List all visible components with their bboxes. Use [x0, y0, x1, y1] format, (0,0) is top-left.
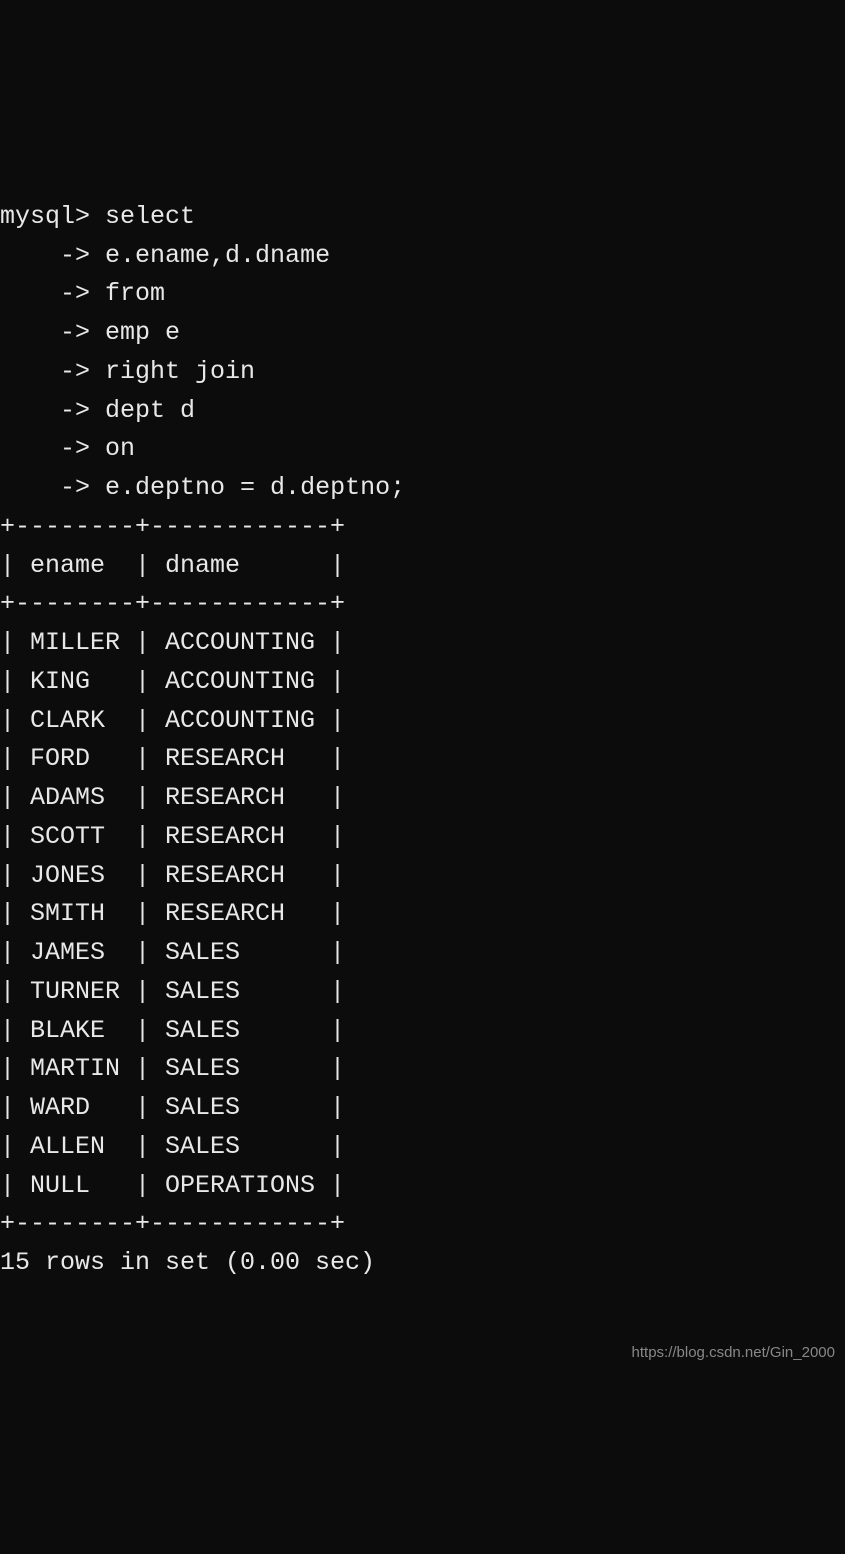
- watermark-text: https://blog.csdn.net/Gin_2000: [632, 1341, 835, 1364]
- terminal-output: mysql> select -> e.ename,d.dname -> from…: [0, 159, 845, 1283]
- prompt-cont: ->: [0, 318, 105, 347]
- table-border: +--------+------------+: [0, 512, 345, 541]
- query-line: e.ename,d.dname: [105, 241, 330, 270]
- query-line: select: [105, 202, 195, 231]
- prompt-cont: ->: [0, 241, 105, 270]
- query-line: dept d: [105, 396, 195, 425]
- query-line: on: [105, 434, 135, 463]
- query-line: emp e: [105, 318, 180, 347]
- table-border: +--------+------------+: [0, 589, 345, 618]
- prompt-cont: ->: [0, 357, 105, 386]
- table-header: | ename | dname |: [0, 551, 345, 580]
- query-line: from: [105, 279, 165, 308]
- query-line: e.deptno = d.deptno;: [105, 473, 405, 502]
- table-rows-container: | MILLER | ACCOUNTING | | KING | ACCOUNT…: [0, 628, 345, 1200]
- prompt-cont: ->: [0, 279, 105, 308]
- prompt-cont: ->: [0, 396, 105, 425]
- table-border: +--------+------------+: [0, 1209, 345, 1238]
- query-line: right join: [105, 357, 255, 386]
- prompt-cont: ->: [0, 473, 105, 502]
- result-footer: 15 rows in set (0.00 sec): [0, 1248, 375, 1277]
- prompt-cont: ->: [0, 434, 105, 463]
- prompt-main: mysql>: [0, 202, 105, 231]
